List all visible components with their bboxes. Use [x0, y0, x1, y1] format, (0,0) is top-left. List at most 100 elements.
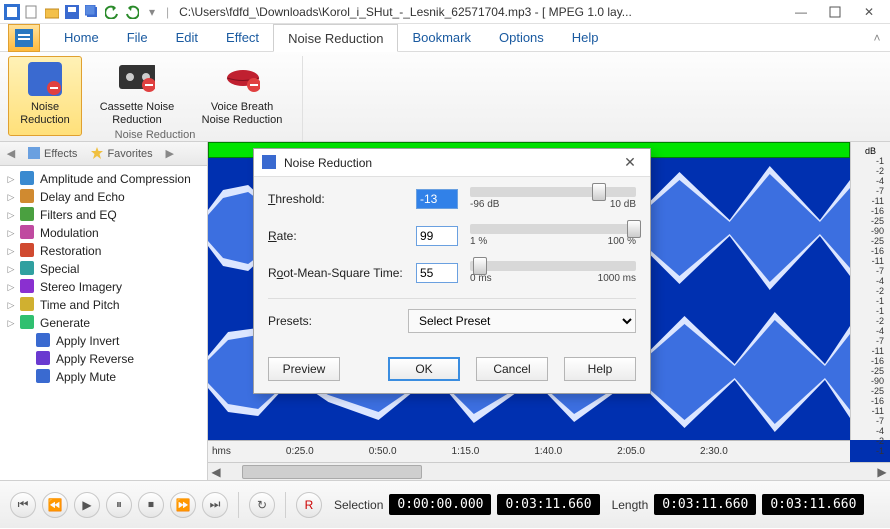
redo-icon[interactable]: [124, 4, 140, 20]
tree-item[interactable]: Apply Mute: [0, 368, 207, 386]
tree-item[interactable]: Apply Invert: [0, 332, 207, 350]
tab-noise-reduction[interactable]: Noise Reduction: [273, 24, 398, 52]
effect-category-icon: [20, 279, 36, 295]
new-icon[interactable]: [24, 4, 40, 20]
cassette-noise-reduction-button[interactable]: Cassette Noise Reduction: [92, 56, 182, 136]
app-menu-button[interactable]: [8, 24, 40, 52]
titlebar: ▾ | C:\Users\fdfd_\Downloads\Korol_i_SHu…: [0, 0, 890, 24]
db-mark: -11: [853, 346, 884, 356]
maximize-button[interactable]: [818, 0, 852, 24]
rate-slider[interactable]: 1 % 100 %: [470, 224, 636, 247]
tree-item[interactable]: ▷Time and Pitch: [0, 296, 207, 314]
db-mark: -16: [853, 206, 884, 216]
tab-help[interactable]: Help: [558, 24, 613, 51]
minimize-button[interactable]: —: [784, 0, 818, 24]
dialog-titlebar: Noise Reduction ✕: [254, 149, 650, 177]
db-mark: -4: [853, 276, 884, 286]
disclosure-icon[interactable]: ▷: [6, 246, 16, 257]
db-mark: -25: [853, 366, 884, 376]
db-mark: -16: [853, 356, 884, 366]
minimize-ribbon-button[interactable]: ˄: [864, 24, 890, 51]
save-icon[interactable]: [64, 4, 80, 20]
tree-item[interactable]: ▷Amplitude and Compression: [0, 170, 207, 188]
stop-button[interactable]: ⏹: [138, 492, 164, 518]
scroll-right-icon[interactable]: ▶: [874, 464, 890, 480]
selection-label: Selection: [334, 498, 383, 512]
tab-edit[interactable]: Edit: [162, 24, 212, 51]
cancel-button[interactable]: Cancel: [476, 357, 548, 381]
tree-item[interactable]: ▷ Modulation: [0, 224, 207, 242]
rms-slider[interactable]: 0 ms 1000 ms: [470, 261, 636, 284]
effect-category-icon: [20, 189, 36, 205]
play-button[interactable]: ▶: [74, 492, 100, 518]
threshold-min: -96 dB: [470, 199, 499, 210]
tree-item[interactable]: ▷ Special: [0, 260, 207, 278]
disclosure-icon[interactable]: ▷: [6, 300, 16, 311]
disclosure-icon[interactable]: ▷: [6, 318, 16, 329]
rate-input[interactable]: [416, 226, 458, 246]
tree-item[interactable]: ▷Stereo Imagery: [0, 278, 207, 296]
undo-icon[interactable]: [104, 4, 120, 20]
fast-forward-button[interactable]: ⏩: [170, 492, 196, 518]
ribbon-btn-label: Reduction: [112, 114, 162, 127]
sidebar-tab-favorites[interactable]: Favorites: [87, 145, 156, 163]
threshold-slider[interactable]: -96 dB 10 dB: [470, 187, 636, 210]
tree-item[interactable]: ▷Generate: [0, 314, 207, 332]
voice-breath-noise-reduction-button[interactable]: Voice Breath Noise Reduction: [192, 56, 292, 136]
db-mark: -25: [853, 216, 884, 226]
loop-button[interactable]: ↻: [249, 492, 275, 518]
open-icon[interactable]: [44, 4, 60, 20]
qat-dropdown-icon[interactable]: ▾: [144, 4, 160, 20]
disclosure-icon[interactable]: ▷: [6, 264, 16, 275]
threshold-input[interactable]: [416, 189, 458, 209]
ribbon-btn-label: Cassette Noise: [100, 101, 175, 114]
scroll-left-icon[interactable]: ◀: [208, 464, 224, 480]
db-scale-title: dB: [853, 146, 888, 156]
skip-end-button[interactable]: ⏭: [202, 492, 228, 518]
tree-item[interactable]: ▷Delay and Echo: [0, 188, 207, 206]
timeline[interactable]: hms 0:25.0 0:50.0 1:15.0 1:40.0 2:05.0 2…: [208, 440, 850, 462]
rms-label: Root-Mean-Square Time:: [268, 266, 408, 280]
pause-button[interactable]: ⏸: [106, 492, 132, 518]
presets-select[interactable]: Select Preset: [408, 309, 636, 333]
tree-item-label: Modulation: [40, 226, 99, 240]
rms-input[interactable]: [416, 263, 458, 283]
tab-home[interactable]: Home: [50, 24, 113, 51]
noise-reduction-button[interactable]: Noise Reduction: [8, 56, 82, 136]
tab-file[interactable]: File: [113, 24, 162, 51]
disclosure-icon[interactable]: ▷: [6, 174, 16, 185]
timeline-tick: 2:30.0: [700, 446, 728, 457]
db-mark: -1: [853, 156, 884, 166]
sidebar-next-icon[interactable]: ▶: [163, 147, 177, 161]
db-mark: -1: [853, 306, 884, 316]
rate-label: Rate:: [268, 229, 408, 243]
ribbon: Noise Reduction Cassette Noise Reduction…: [0, 52, 890, 142]
scroll-thumb[interactable]: [242, 465, 422, 479]
sidebar-prev-icon[interactable]: ◀: [4, 147, 18, 161]
save-multi-icon[interactable]: [84, 4, 100, 20]
disclosure-icon[interactable]: ▷: [6, 228, 16, 239]
record-button[interactable]: R: [296, 492, 322, 518]
tab-options[interactable]: Options: [485, 24, 558, 51]
disclosure-icon[interactable]: ▷: [6, 192, 16, 203]
tab-bookmark[interactable]: Bookmark: [398, 24, 485, 51]
dialog-close-button[interactable]: ✕: [618, 154, 642, 171]
close-button[interactable]: ✕: [852, 0, 886, 24]
tree-item[interactable]: ▷ Filters and EQ: [0, 206, 207, 224]
disclosure-icon[interactable]: ▷: [6, 282, 16, 293]
tab-effect[interactable]: Effect: [212, 24, 273, 51]
rate-min: 1 %: [470, 236, 487, 247]
preview-button[interactable]: Preview: [268, 357, 340, 381]
tree-item-label: Special: [40, 262, 79, 276]
h-scrollbar[interactable]: ◀ ▶: [208, 462, 890, 480]
db-mark: -25: [853, 386, 884, 396]
sidebar-tab-effects[interactable]: Effects: [24, 145, 81, 163]
tree-item-label: Filters and EQ: [40, 208, 117, 222]
help-button[interactable]: Help: [564, 357, 636, 381]
rewind-button[interactable]: ⏪: [42, 492, 68, 518]
ok-button[interactable]: OK: [388, 357, 460, 381]
skip-start-button[interactable]: ⏮: [10, 492, 36, 518]
tree-item[interactable]: Apply Reverse: [0, 350, 207, 368]
disclosure-icon[interactable]: ▷: [6, 210, 16, 221]
tree-item[interactable]: ▷Restoration: [0, 242, 207, 260]
